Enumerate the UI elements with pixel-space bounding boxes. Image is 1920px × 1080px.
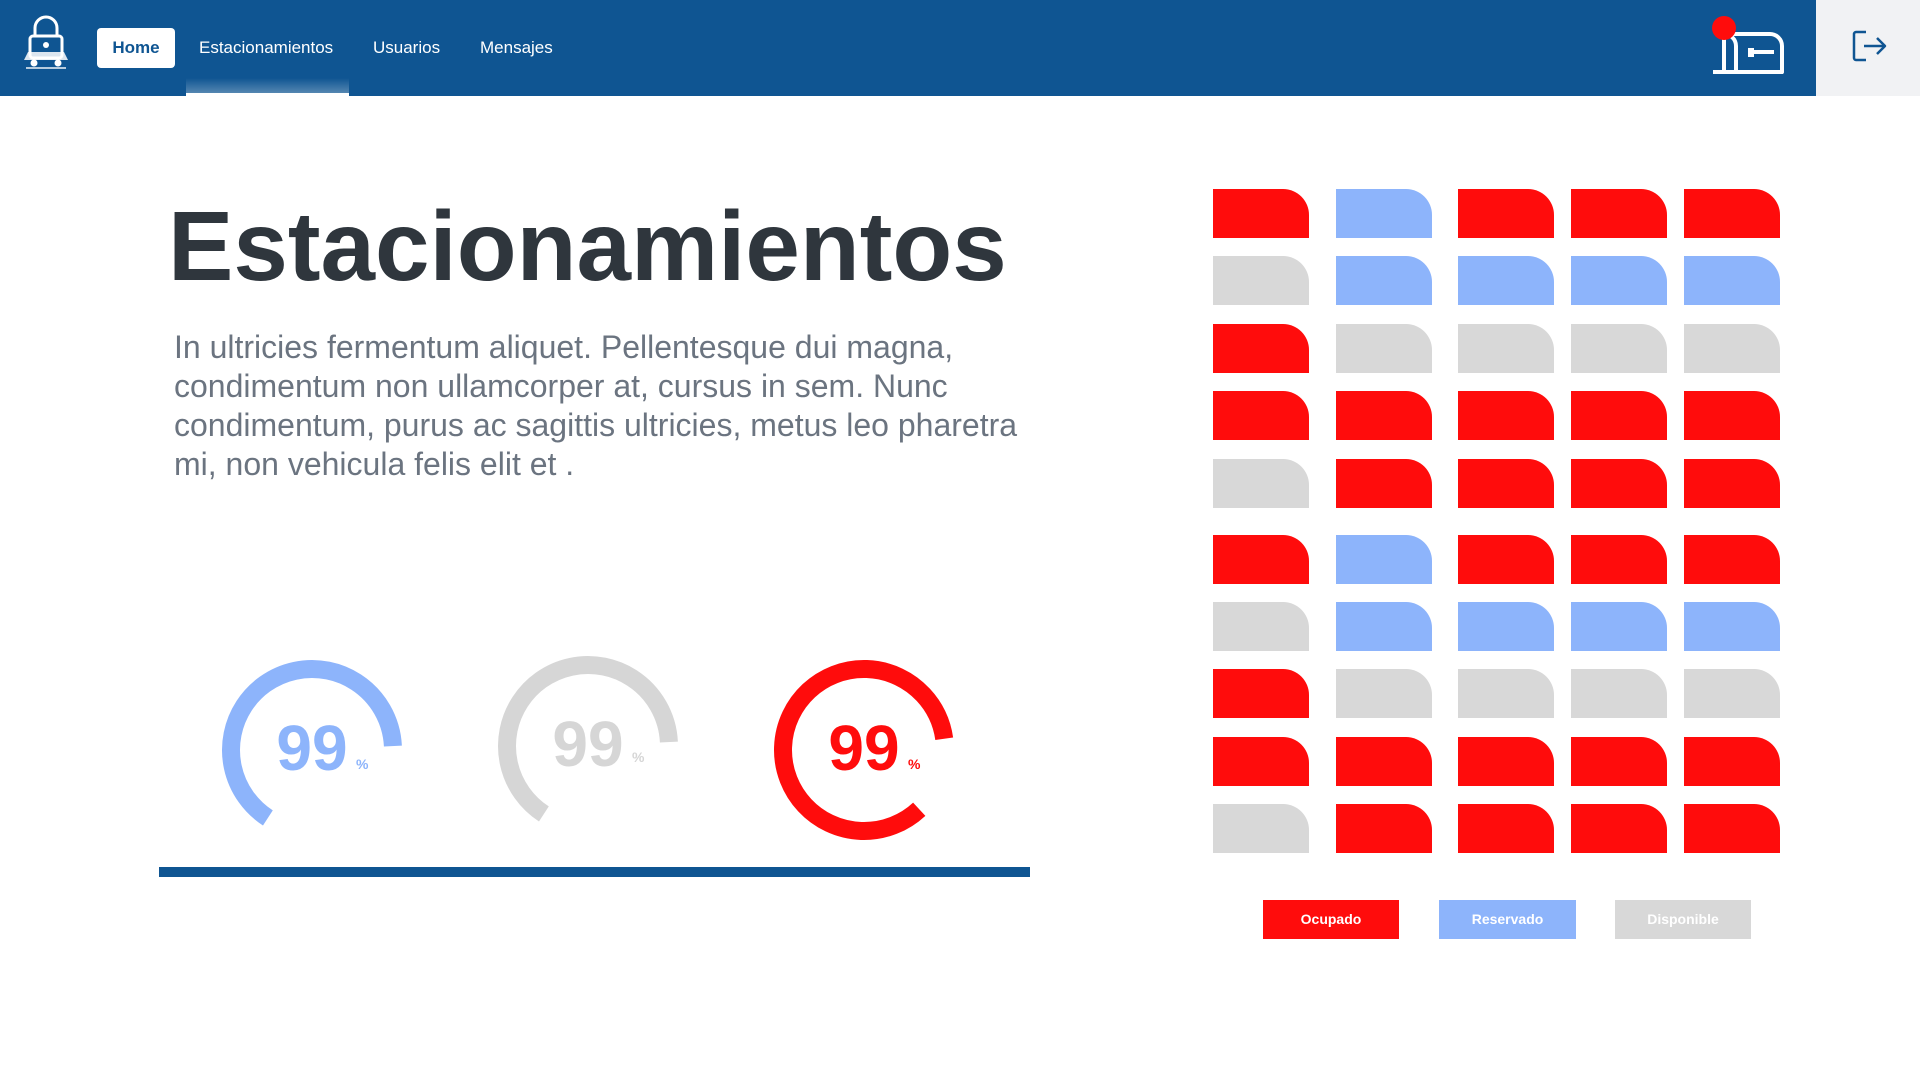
slot-available[interactable] bbox=[1213, 459, 1309, 508]
slot-occupied[interactable] bbox=[1571, 737, 1667, 786]
slot-occupied[interactable] bbox=[1458, 391, 1554, 440]
legend-available[interactable]: Disponible bbox=[1615, 900, 1751, 939]
slot-occupied[interactable] bbox=[1213, 669, 1309, 718]
slot-occupied[interactable] bbox=[1571, 535, 1667, 584]
divider-line bbox=[159, 867, 1030, 877]
slot-occupied[interactable] bbox=[1458, 459, 1554, 508]
slot-available[interactable] bbox=[1458, 324, 1554, 373]
slot-occupied[interactable] bbox=[1571, 804, 1667, 853]
nav-home[interactable]: Home bbox=[97, 28, 175, 68]
slot-available[interactable] bbox=[1336, 324, 1432, 373]
slot-reserved[interactable] bbox=[1336, 256, 1432, 305]
legend-reserved[interactable]: Reservado bbox=[1439, 900, 1576, 939]
slot-available[interactable] bbox=[1571, 669, 1667, 718]
slot-reserved[interactable] bbox=[1571, 256, 1667, 305]
slot-occupied[interactable] bbox=[1684, 804, 1780, 853]
lock-car-logo-icon[interactable] bbox=[20, 14, 72, 70]
slot-reserved[interactable] bbox=[1571, 602, 1667, 651]
slot-occupied[interactable] bbox=[1336, 391, 1432, 440]
slot-occupied[interactable] bbox=[1571, 391, 1667, 440]
slot-occupied[interactable] bbox=[1336, 737, 1432, 786]
slot-occupied[interactable] bbox=[1336, 459, 1432, 508]
slot-occupied[interactable] bbox=[1458, 804, 1554, 853]
slot-occupied[interactable] bbox=[1213, 391, 1309, 440]
slot-reserved[interactable] bbox=[1684, 256, 1780, 305]
slot-available[interactable] bbox=[1336, 669, 1432, 718]
slot-occupied[interactable] bbox=[1684, 737, 1780, 786]
slot-occupied[interactable] bbox=[1458, 737, 1554, 786]
page-description: In ultricies fermentum aliquet. Pellente… bbox=[174, 329, 1018, 482]
notification-dot bbox=[1712, 16, 1736, 40]
slot-reserved[interactable] bbox=[1684, 602, 1780, 651]
slot-occupied[interactable] bbox=[1213, 189, 1309, 238]
slot-occupied[interactable] bbox=[1684, 535, 1780, 584]
gauge-occupied: 99 % bbox=[764, 650, 964, 850]
nav-active-indicator bbox=[186, 78, 349, 96]
slot-available[interactable] bbox=[1684, 324, 1780, 373]
nav-mensajes[interactable]: Mensajes bbox=[480, 28, 553, 68]
nav-usuarios[interactable]: Usuarios bbox=[373, 28, 440, 68]
slot-occupied[interactable] bbox=[1336, 804, 1432, 853]
slot-reserved[interactable] bbox=[1458, 602, 1554, 651]
slot-reserved[interactable] bbox=[1336, 189, 1432, 238]
slot-occupied[interactable] bbox=[1213, 535, 1309, 584]
slot-occupied[interactable] bbox=[1571, 189, 1667, 238]
slot-occupied[interactable] bbox=[1684, 459, 1780, 508]
page-title: Estacionamientos bbox=[168, 191, 1007, 301]
slot-occupied[interactable] bbox=[1458, 189, 1554, 238]
slot-available[interactable] bbox=[1213, 256, 1309, 305]
slot-occupied[interactable] bbox=[1213, 324, 1309, 373]
slot-available[interactable] bbox=[1571, 324, 1667, 373]
slot-occupied[interactable] bbox=[1571, 459, 1667, 508]
slot-occupied[interactable] bbox=[1458, 535, 1554, 584]
gauge-available: 99 % bbox=[488, 646, 688, 846]
top-navbar: Home Estacionamientos Usuarios Mensajes bbox=[0, 0, 1920, 96]
slot-available[interactable] bbox=[1458, 669, 1554, 718]
gauge-unit: % bbox=[632, 749, 645, 765]
logout-icon bbox=[1852, 30, 1887, 62]
slot-reserved[interactable] bbox=[1336, 602, 1432, 651]
nav-estacionamientos[interactable]: Estacionamientos bbox=[199, 28, 333, 68]
gauge-value: 99 bbox=[828, 712, 900, 784]
gauge-value: 99 bbox=[276, 712, 348, 784]
gauge-unit: % bbox=[356, 756, 369, 772]
slot-occupied[interactable] bbox=[1684, 189, 1780, 238]
logout-button[interactable] bbox=[1816, 0, 1920, 96]
slot-reserved[interactable] bbox=[1458, 256, 1554, 305]
slot-reserved[interactable] bbox=[1336, 535, 1432, 584]
slot-available[interactable] bbox=[1684, 669, 1780, 718]
legend-occupied[interactable]: Ocupado bbox=[1263, 900, 1399, 939]
slot-occupied[interactable] bbox=[1684, 391, 1780, 440]
gauge-reserved: 99 % bbox=[212, 650, 412, 850]
slot-available[interactable] bbox=[1213, 602, 1309, 651]
gauge-value: 99 bbox=[552, 708, 624, 780]
gauge-unit: % bbox=[908, 756, 921, 772]
slot-available[interactable] bbox=[1213, 804, 1309, 853]
slot-occupied[interactable] bbox=[1213, 737, 1309, 786]
